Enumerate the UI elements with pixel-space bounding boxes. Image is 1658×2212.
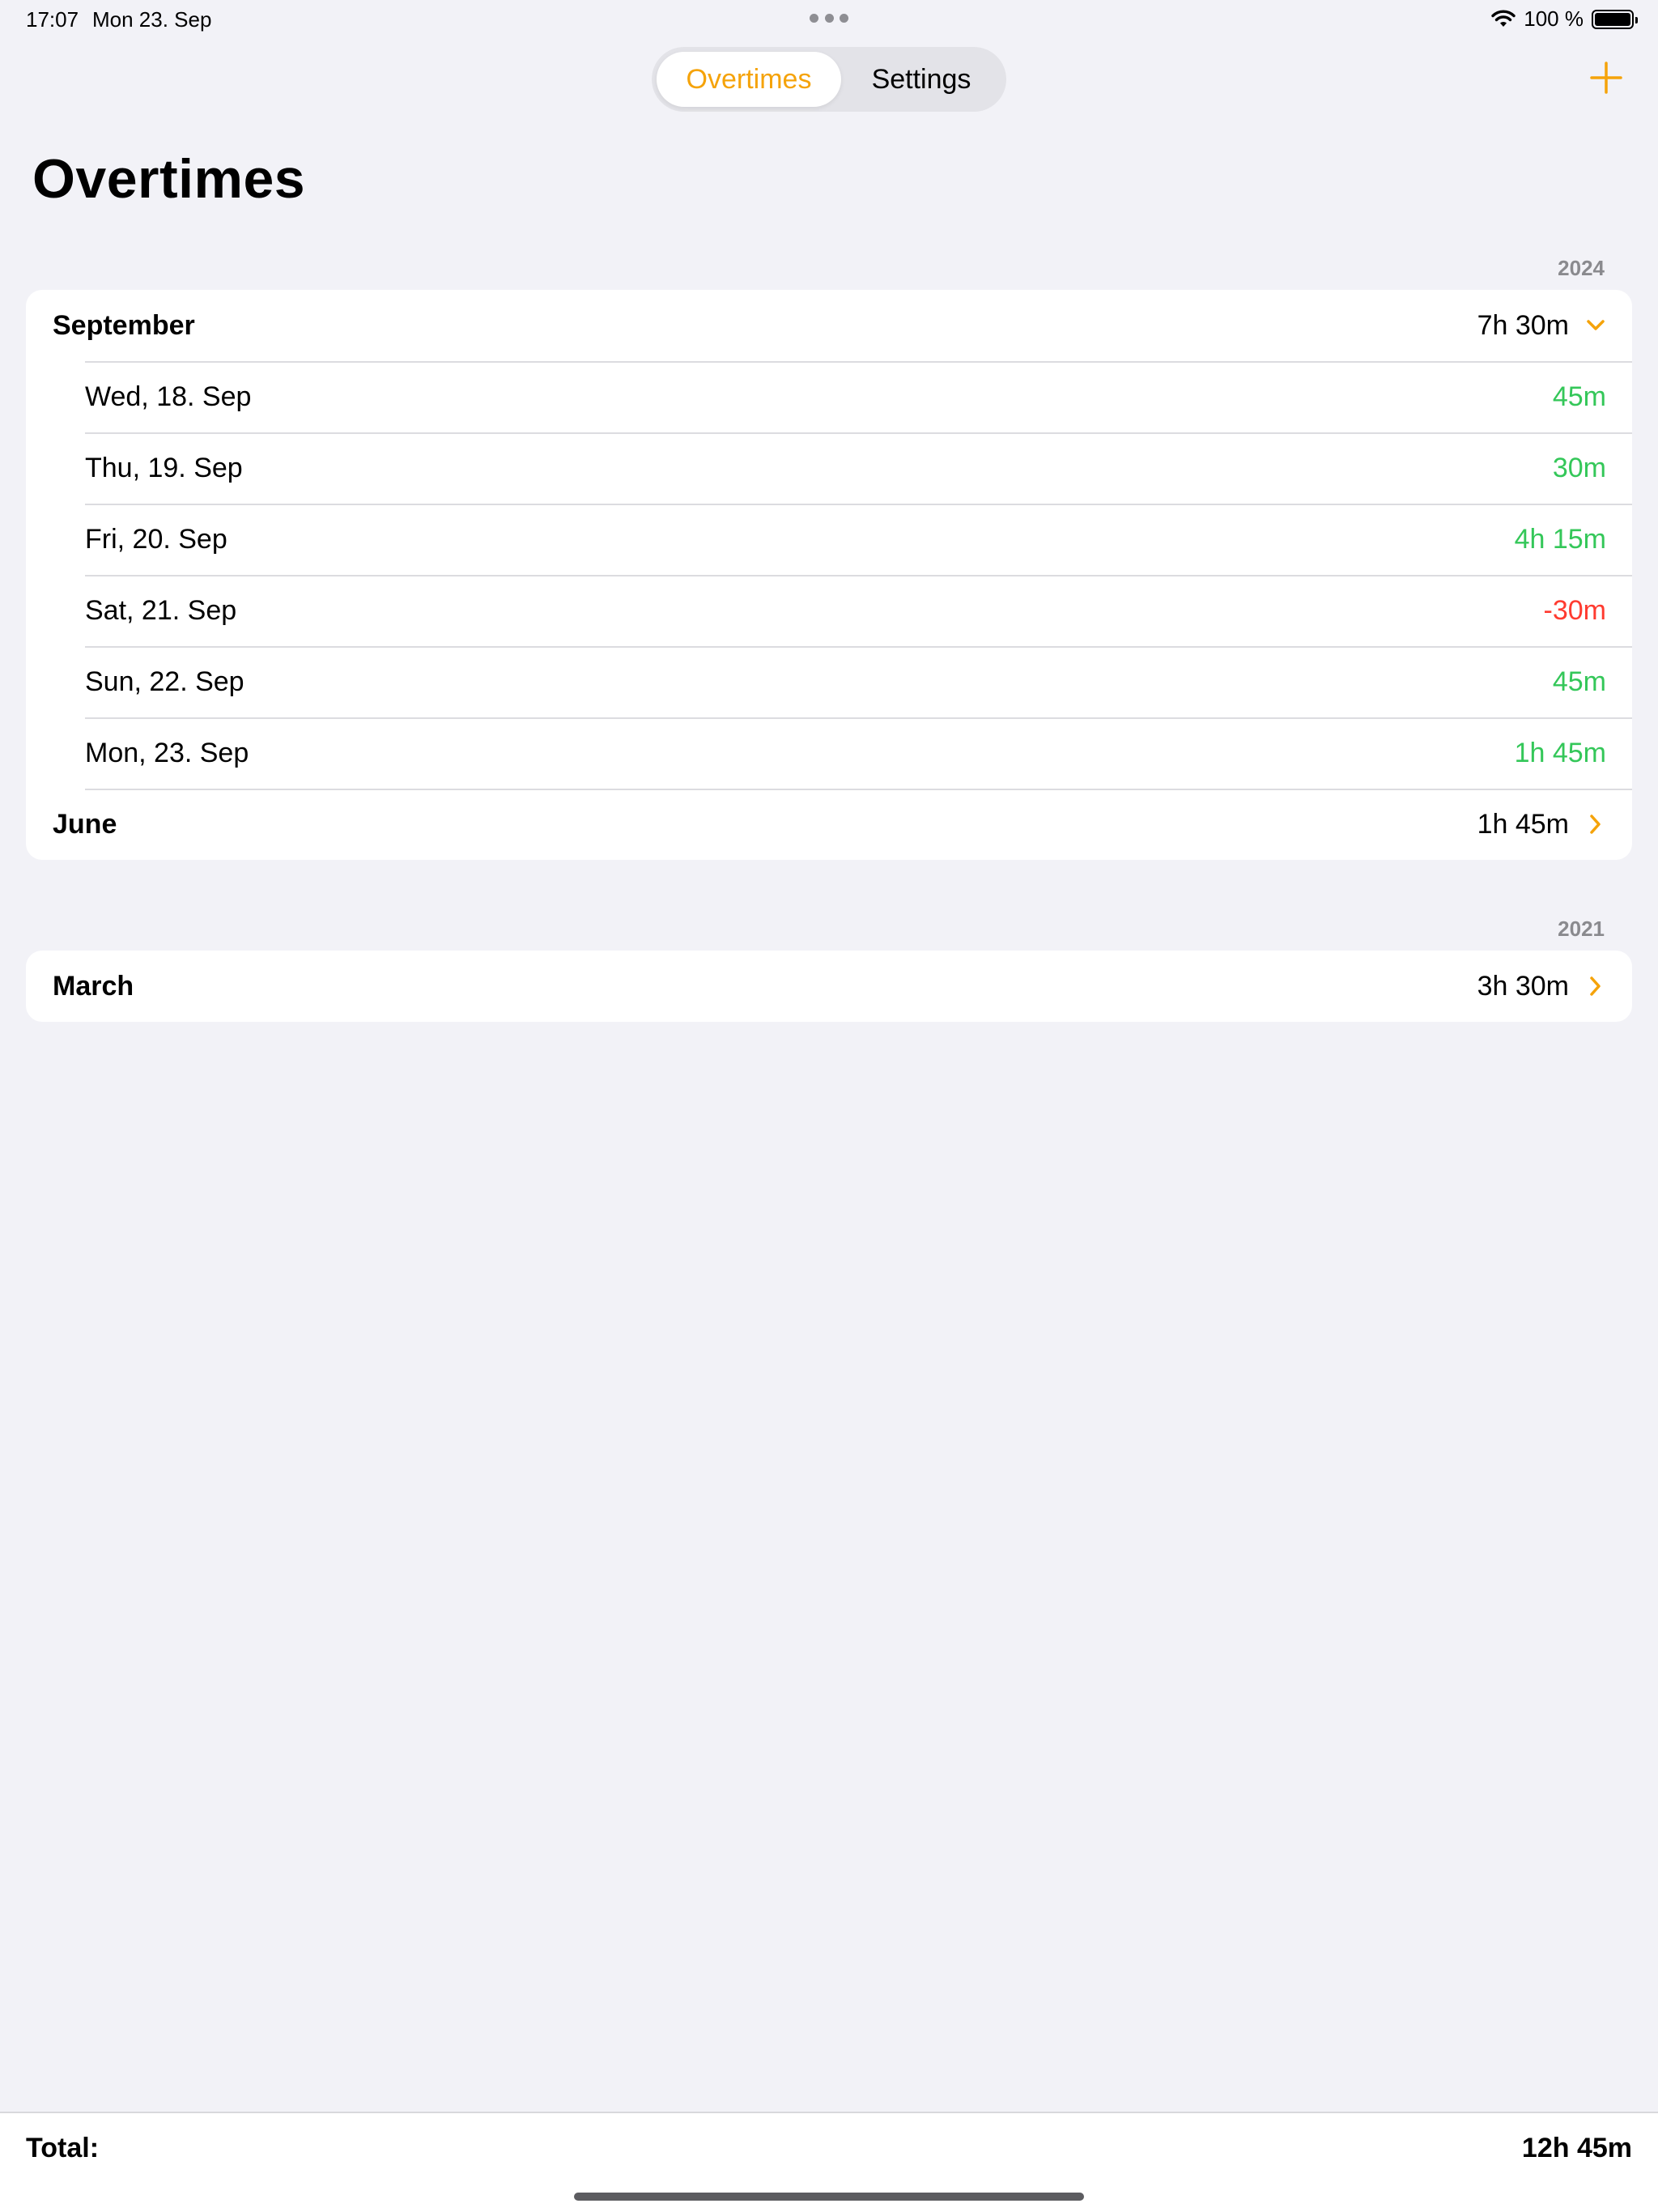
day-label: Sat, 21. Sep (85, 594, 237, 626)
day-overtime-value: -30m (1543, 594, 1606, 626)
day-label: Sun, 22. Sep (85, 666, 244, 697)
month-row-june[interactable]: June 1h 45m (26, 789, 1632, 860)
day-overtime-value: 30m (1552, 452, 1606, 483)
status-time: 17:07 (26, 7, 79, 32)
day-row[interactable]: Sat, 21. Sep -30m (85, 575, 1632, 646)
status-date: Mon 23. Sep (92, 7, 212, 32)
day-row[interactable]: Sun, 22. Sep 45m (85, 646, 1632, 717)
total-value: 12h 45m (1521, 2133, 1632, 2163)
day-row[interactable]: Mon, 23. Sep 1h 45m (85, 717, 1632, 789)
month-row-september[interactable]: September 7h 30m (26, 290, 1632, 361)
status-indicators: 100 % (1491, 6, 1638, 32)
chevron-right-icon (1585, 976, 1606, 997)
app-screen: 17:07 Mon 23. Sep 100 % Overtimes Settin… (0, 0, 1658, 2212)
chevron-down-icon (1585, 315, 1606, 336)
status-bar: 17:07 Mon 23. Sep 100 % (0, 0, 1658, 39)
battery-icon (1592, 9, 1638, 29)
chevron-right-icon (1585, 814, 1606, 835)
day-overtime-value: 1h 45m (1514, 737, 1606, 768)
year-group-2021: March 3h 30m (26, 951, 1632, 1022)
month-label: September (53, 309, 195, 341)
day-label: Thu, 19. Sep (85, 452, 243, 483)
day-label: Mon, 23. Sep (85, 737, 249, 768)
month-total: 3h 30m (1477, 970, 1569, 1002)
month-total: 7h 30m (1477, 309, 1569, 341)
page-title: Overtimes (32, 148, 306, 210)
year-header-2021: 2021 (1558, 917, 1605, 941)
day-label: Fri, 20. Sep (85, 523, 227, 555)
tab-overtimes[interactable]: Overtimes (657, 52, 841, 107)
day-row[interactable]: Wed, 18. Sep 45m (85, 361, 1632, 432)
multitasking-dots-icon[interactable] (810, 14, 848, 23)
day-overtime-value: 4h 15m (1514, 523, 1606, 555)
year-header-2024: 2024 (1558, 256, 1605, 280)
year-group-2024: September 7h 30m Wed, 18. Sep 45m Thu, 1… (26, 290, 1632, 860)
view-segmented-control: Overtimes Settings (652, 47, 1006, 112)
tab-settings[interactable]: Settings (841, 52, 1001, 107)
day-row[interactable]: Fri, 20. Sep 4h 15m (85, 504, 1632, 575)
home-indicator[interactable] (574, 2193, 1084, 2201)
day-overtime-value: 45m (1552, 666, 1606, 697)
plus-icon[interactable] (1588, 60, 1624, 96)
day-overtime-value: 45m (1552, 381, 1606, 412)
month-row-march[interactable]: March 3h 30m (26, 951, 1632, 1022)
wifi-icon (1491, 10, 1516, 27)
total-footer: Total: 12h 45m (0, 2112, 1658, 2212)
battery-percentage: 100 % (1524, 6, 1584, 31)
total-label: Total: (26, 2133, 100, 2163)
month-total: 1h 45m (1477, 808, 1569, 840)
day-row[interactable]: Thu, 19. Sep 30m (85, 432, 1632, 504)
month-label: June (53, 808, 117, 840)
month-label: March (53, 970, 134, 1002)
day-label: Wed, 18. Sep (85, 381, 252, 412)
